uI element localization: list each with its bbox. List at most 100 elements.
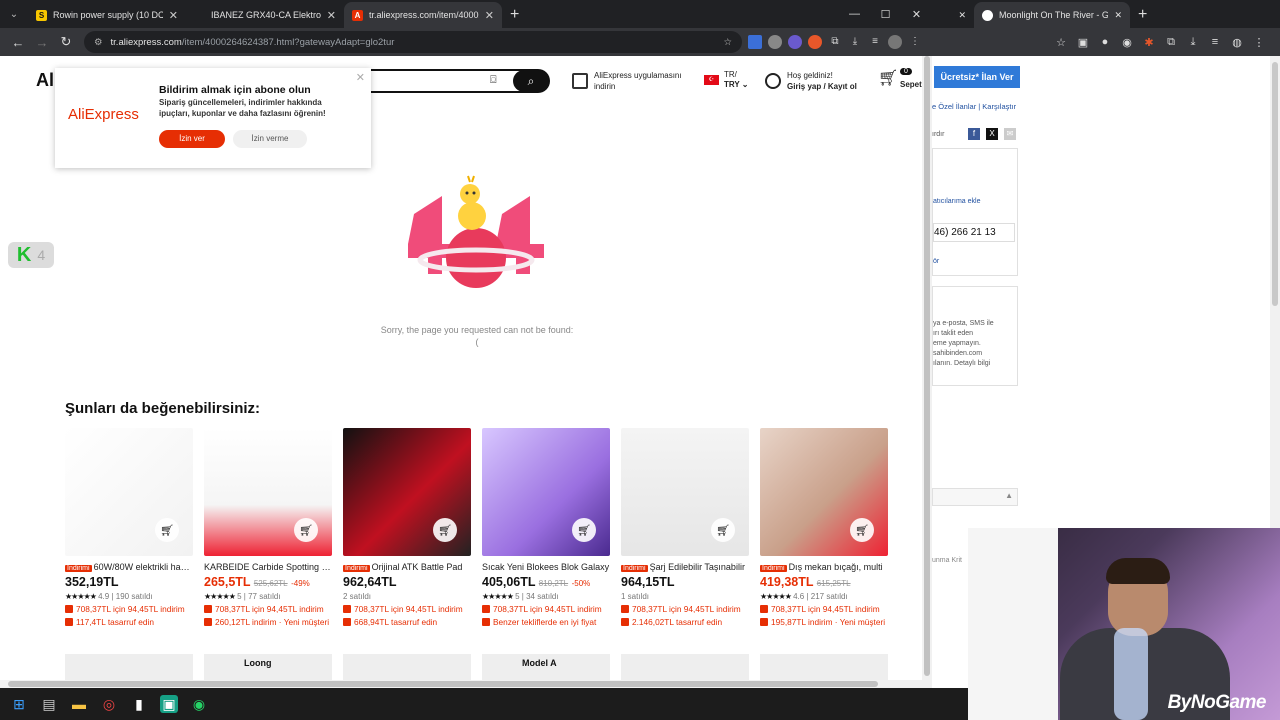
add-to-cart-icon[interactable]: 🛒︎	[572, 518, 596, 542]
new-tab-icon[interactable]: +	[1130, 2, 1155, 28]
chevron-up-icon[interactable]: ▲	[1005, 491, 1013, 500]
post-ad-button[interactable]: Ücretsiz* İlan Ver	[934, 66, 1020, 88]
media-icon[interactable]: ≡	[868, 35, 882, 49]
forward-icon[interactable]: →	[30, 35, 54, 50]
add-to-cart-icon[interactable]: 🛒︎	[155, 518, 179, 542]
product-title[interactable]: İndirimi 60W/80W elektrikli havya	[65, 562, 193, 572]
site-info-icon[interactable]: ⚙	[94, 37, 103, 48]
back-icon[interactable]: ←	[6, 35, 30, 50]
whatsapp-icon[interactable]: ◉	[190, 695, 208, 713]
login-link[interactable]: Giriş yap / Kayıt ol	[787, 81, 857, 92]
close-tab-icon[interactable]: ✕	[169, 9, 178, 22]
extension-icon[interactable]: ●	[1098, 36, 1112, 48]
audio-app-icon[interactable]: ▮	[130, 695, 148, 713]
puzzle-icon[interactable]: ⧉	[828, 35, 842, 49]
product-card[interactable]: 🛒︎ Sıcak Yeni Blokees Blok Galaxy 405,06…	[482, 428, 610, 627]
file-explorer-icon[interactable]: ▤	[40, 695, 58, 713]
tab-search-icon[interactable]: ⌄	[0, 0, 28, 28]
product-card[interactable]: 🛒︎ İndirimi 60W/80W elektrikli havya 352,…	[65, 428, 193, 627]
close-tab-icon[interactable]: ✕	[1114, 10, 1122, 21]
search-button[interactable]: ⌕	[513, 70, 549, 92]
close-tab-icon[interactable]: ✕	[327, 9, 336, 22]
media-icon[interactable]: ≡	[1208, 36, 1222, 48]
tab-partial[interactable]: ✕	[932, 2, 974, 28]
menu-icon[interactable]: ⋮	[908, 35, 922, 49]
product-card[interactable]: Loong	[204, 654, 332, 680]
product-image[interactable]: 🛒︎	[204, 428, 332, 556]
horizontal-scrollbar[interactable]	[0, 680, 932, 688]
scroll-thumb[interactable]	[924, 56, 930, 676]
product-card[interactable]	[760, 654, 888, 680]
add-favorites-link[interactable]: atıcılarıma ekle	[933, 197, 980, 207]
chrome-icon[interactable]: ◎	[100, 695, 118, 713]
allow-button[interactable]: İzin ver	[159, 130, 225, 148]
menu-icon[interactable]: ⋮	[1252, 36, 1266, 49]
product-image[interactable]: 🛒︎	[343, 428, 471, 556]
product-card[interactable]	[65, 654, 193, 680]
app-icon[interactable]: ▣	[160, 695, 178, 713]
x-icon[interactable]: X	[986, 128, 998, 140]
translate-icon[interactable]	[748, 35, 762, 49]
tab-aliexpress[interactable]: A tr.aliexpress.com/item/4000264 ✕	[344, 2, 502, 28]
tab-rowin[interactable]: S Rowin power supply (10 DC Ou ✕	[28, 2, 186, 28]
camera-search-icon[interactable]: ⌼	[490, 74, 497, 87]
extension-icon[interactable]	[808, 35, 822, 49]
phone-number[interactable]: 46) 266 21 13	[933, 223, 1015, 242]
maximize-icon[interactable]: ☐	[870, 8, 901, 21]
extension-icon[interactable]: ▣	[1076, 36, 1090, 49]
extension-icon[interactable]	[768, 35, 782, 49]
profile-avatar[interactable]	[888, 35, 902, 49]
product-title[interactable]: İndirimi Dış mekan bıçağı, multi	[760, 562, 888, 572]
close-tab-icon[interactable]: ✕	[485, 9, 494, 22]
add-to-cart-icon[interactable]: 🛒︎	[850, 518, 874, 542]
tab-moonlight[interactable]: Moonlight On The River - Google ✕	[974, 2, 1130, 28]
cart-button[interactable]: 🛒︎ 0 Sepet	[878, 68, 922, 89]
product-card[interactable]	[621, 654, 749, 680]
deny-button[interactable]: İzin verme	[233, 130, 307, 148]
app-download-link[interactable]: AliExpress uygulamasını indirin	[572, 70, 682, 92]
product-card[interactable]: 🛒︎ KARBEIDE Carbide Spotting Drill 265,5…	[204, 428, 332, 627]
product-image[interactable]: 🛒︎	[621, 428, 749, 556]
close-tab-icon[interactable]: ✕	[958, 10, 966, 21]
product-card[interactable]: 🛒︎ İndirimi Orijinal ATK Battle Pad 962,6…	[343, 428, 471, 627]
product-image[interactable]: 🛒︎	[482, 428, 610, 556]
scroll-thumb[interactable]	[1272, 62, 1278, 306]
add-to-cart-icon[interactable]: 🛒︎	[433, 518, 457, 542]
mail-icon[interactable]: ✉	[1004, 128, 1016, 140]
product-image[interactable]: 🛒︎	[760, 428, 888, 556]
product-card[interactable]: 🛒︎ İndirimi Şarj Edilebilir Taşınabilir 9…	[621, 428, 749, 627]
aliexpress-logo[interactable]: Al	[36, 70, 54, 91]
product-card[interactable]: 🛒︎ İndirimi Dış mekan bıçağı, multi 419,3…	[760, 428, 888, 627]
language-selector[interactable]: ☪ TR/TRY ⌄	[704, 70, 749, 90]
minimize-icon[interactable]: —	[839, 8, 870, 20]
warning-link[interactable]: ılanın. Detaylı bilgi	[933, 359, 1017, 369]
reload-icon[interactable]: ↻	[54, 34, 78, 50]
product-card[interactable]: Model A	[482, 654, 610, 680]
product-image[interactable]: 🛒︎	[65, 428, 193, 556]
product-title[interactable]: KARBEIDE Carbide Spotting Drill	[204, 562, 332, 572]
add-to-cart-icon[interactable]: 🛒︎	[294, 518, 318, 542]
new-tab-icon[interactable]: +	[502, 2, 527, 28]
extension-icon[interactable]: ◉	[1120, 36, 1134, 49]
bookmark-star-icon[interactable]: ☆	[1054, 36, 1068, 49]
download-icon[interactable]: ⤓	[1186, 36, 1200, 49]
scroll-thumb[interactable]	[8, 681, 878, 687]
profile-avatar[interactable]: ◍	[1230, 36, 1244, 49]
close-window-icon[interactable]: ✕	[901, 8, 932, 21]
bookmark-star-icon[interactable]: ☆	[723, 37, 732, 48]
account-menu[interactable]: Hoş geldiniz! Giriş yap / Kayıt ol	[765, 70, 857, 92]
top-links[interactable]: e Özel İlanlar | Karşılaştır	[932, 102, 1016, 111]
small-link[interactable]: ör	[933, 257, 939, 267]
tab-ibanez[interactable]: IBANEZ GRX40-CA Elektro Gitar ✕	[186, 2, 344, 28]
vertical-scrollbar[interactable]	[922, 56, 932, 680]
search-box[interactable]: ⌼ ⌕	[362, 69, 550, 93]
product-title[interactable]: İndirimi Şarj Edilebilir Taşınabilir	[621, 562, 749, 572]
extension-icon[interactable]	[788, 35, 802, 49]
add-to-cart-icon[interactable]: 🛒︎	[711, 518, 735, 542]
extension-icon[interactable]: ✱	[1142, 36, 1156, 49]
folder-icon[interactable]: ▬	[70, 695, 88, 713]
facebook-icon[interactable]: f	[968, 128, 980, 140]
k-extension-badge[interactable]: K 4	[8, 242, 54, 268]
criteria-link[interactable]: unma Krit	[932, 556, 962, 566]
puzzle-icon[interactable]: ⧉	[1164, 36, 1178, 49]
